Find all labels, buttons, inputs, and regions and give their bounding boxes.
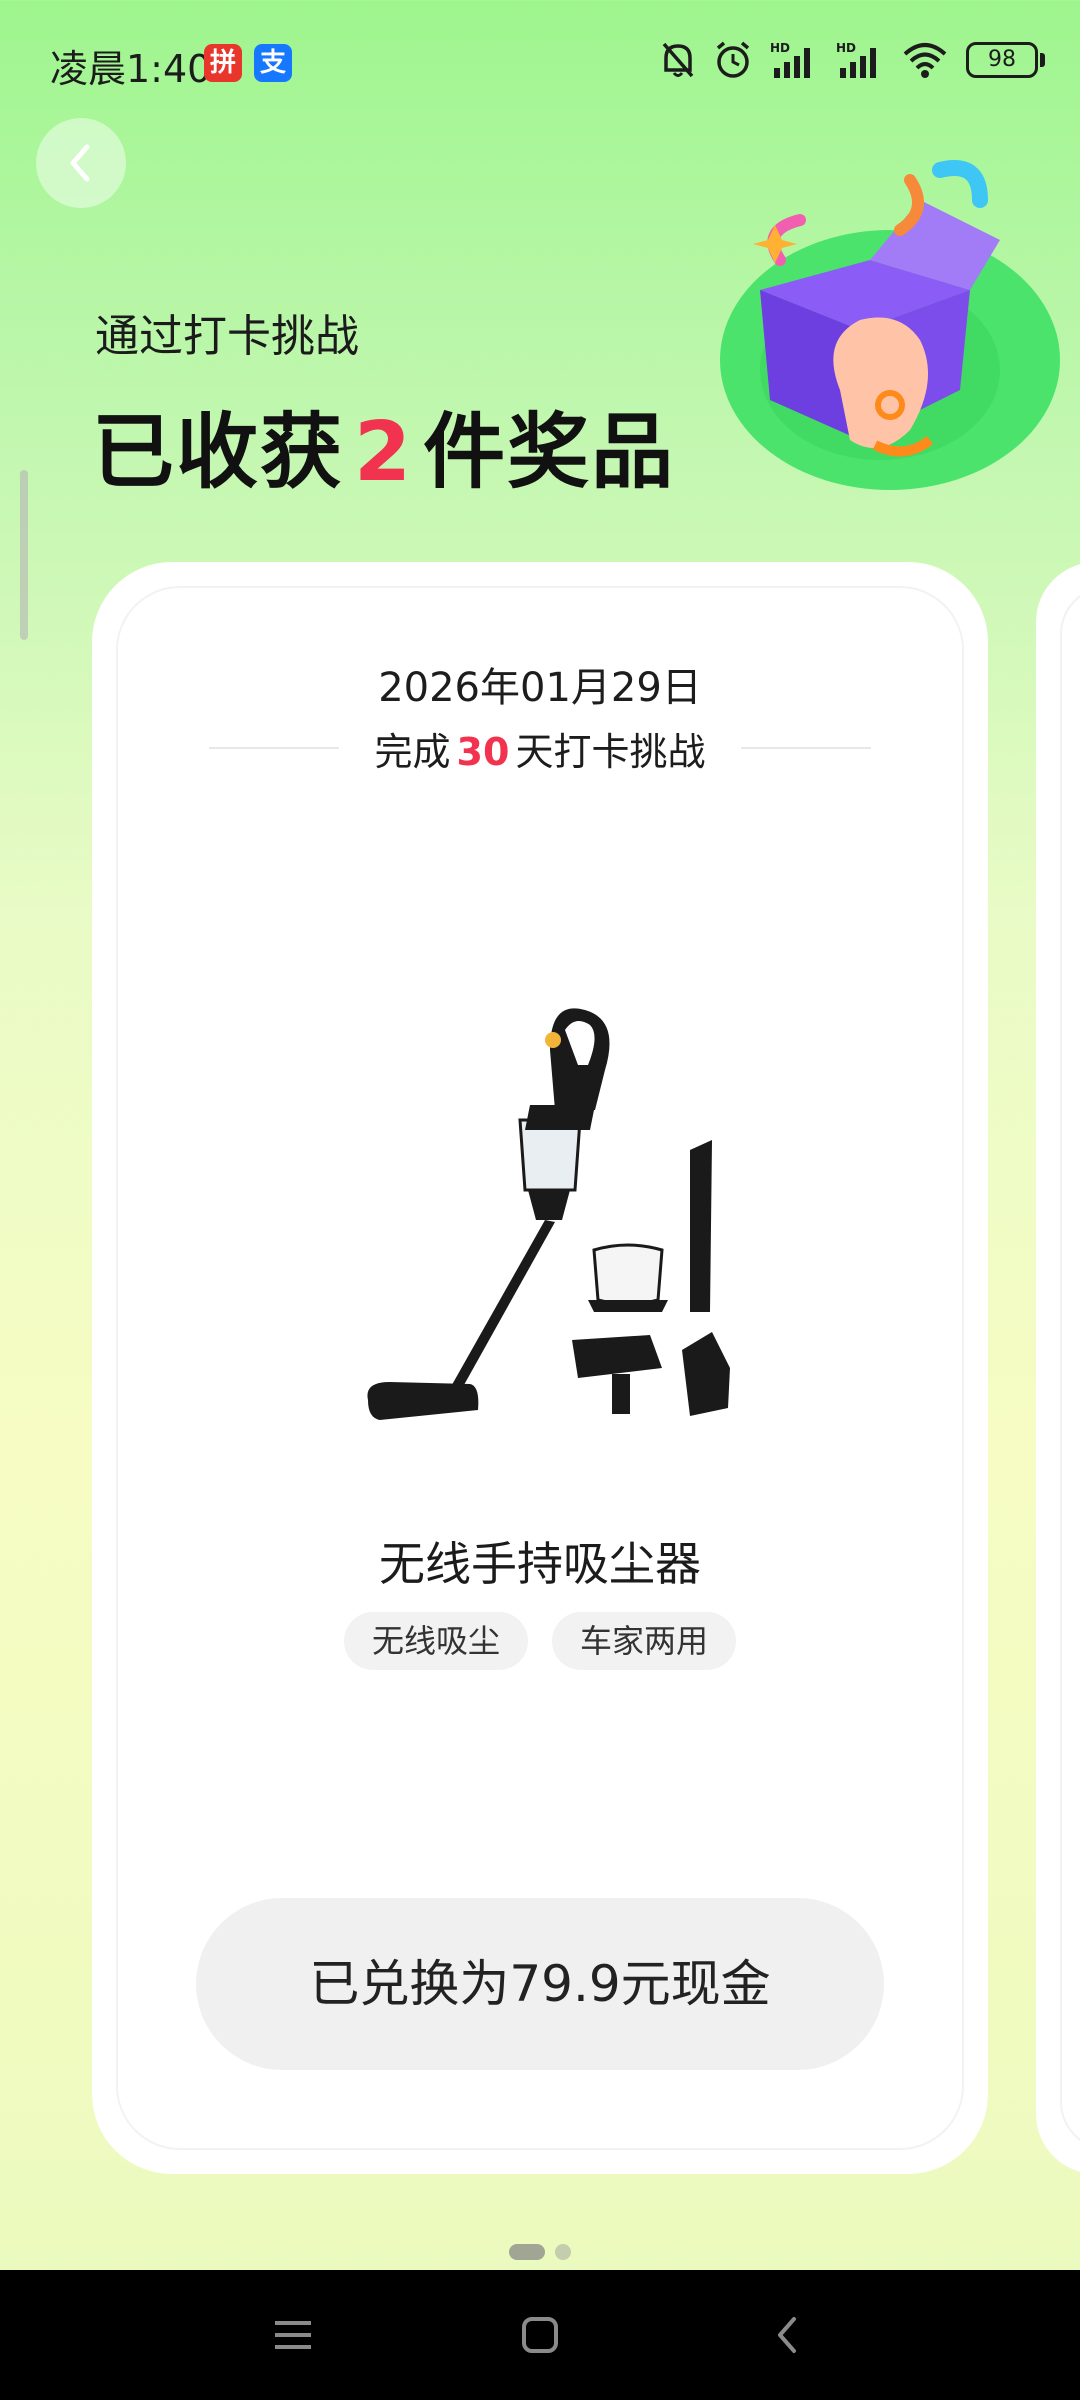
- vacuum-cleaner-image: [367, 1008, 730, 1420]
- wifi-icon: [903, 43, 947, 78]
- product-tag: 车家两用: [552, 1612, 737, 1670]
- pinduoduo-badge-icon: 拼: [204, 44, 242, 82]
- nav-home-button[interactable]: [515, 2310, 565, 2360]
- product-tags: 无线吸尘 车家两用: [0, 1612, 1080, 1670]
- divider-left: [208, 747, 339, 749]
- status-bar: 凌晨1:40 拼 支 HD HD 98: [0, 0, 1080, 130]
- chevron-left-icon: [778, 2317, 796, 2353]
- hd-signal-icon: HD: [836, 41, 876, 78]
- home-square-icon: [522, 2317, 558, 2353]
- divider-right: [741, 747, 872, 749]
- pagination-dot-active: [509, 2244, 545, 2260]
- pagination-dots: [0, 2244, 1080, 2260]
- hd-signal-icon: HD: [770, 41, 810, 78]
- gift-box-illustration: [720, 160, 1060, 490]
- challenge-suffix: 天打卡挑战: [515, 729, 706, 774]
- chevron-left-icon: [70, 144, 90, 182]
- pagination-dot: [555, 2244, 571, 2260]
- svg-text:HD: HD: [836, 41, 856, 55]
- product-name: 无线手持吸尘器: [379, 1537, 701, 1591]
- battery-indicator: 98: [966, 42, 1045, 78]
- menu-icon: [275, 2321, 311, 2349]
- alipay-badge-icon: 支: [254, 44, 292, 82]
- challenge-days: 30: [456, 729, 510, 774]
- headline-suffix: 件奖品: [423, 405, 676, 500]
- headline-prefix: 已收获: [92, 405, 345, 500]
- scroll-indicator: [20, 470, 28, 640]
- back-button[interactable]: [36, 118, 126, 208]
- system-nav-bar: [0, 2270, 1080, 2400]
- next-prize-card-inner: [1060, 586, 1080, 2150]
- mute-bell-icon: [662, 42, 694, 78]
- svg-text:HD: HD: [770, 41, 790, 55]
- exchanged-cash-button[interactable]: 已兑换为79.9元现金: [196, 1898, 884, 2070]
- status-time: 凌晨1:40: [50, 47, 212, 91]
- alarm-icon: [716, 41, 750, 78]
- nav-back-button[interactable]: [762, 2310, 812, 2360]
- status-icons: HD HD 98: [660, 40, 1045, 80]
- nav-menu-button[interactable]: [268, 2310, 318, 2360]
- product-tag: 无线吸尘: [343, 1612, 528, 1670]
- challenge-row: 完成 30 天打卡挑战: [0, 718, 1080, 778]
- page-subtitle: 通过打卡挑战: [95, 311, 359, 362]
- completion-date: 2026年01月29日: [378, 665, 702, 711]
- page-headline: 已收获 2 件奖品: [92, 385, 675, 504]
- prize-count: 2: [354, 405, 414, 500]
- challenge-text: 完成 30 天打卡挑战: [375, 721, 706, 776]
- challenge-prefix: 完成: [374, 729, 451, 774]
